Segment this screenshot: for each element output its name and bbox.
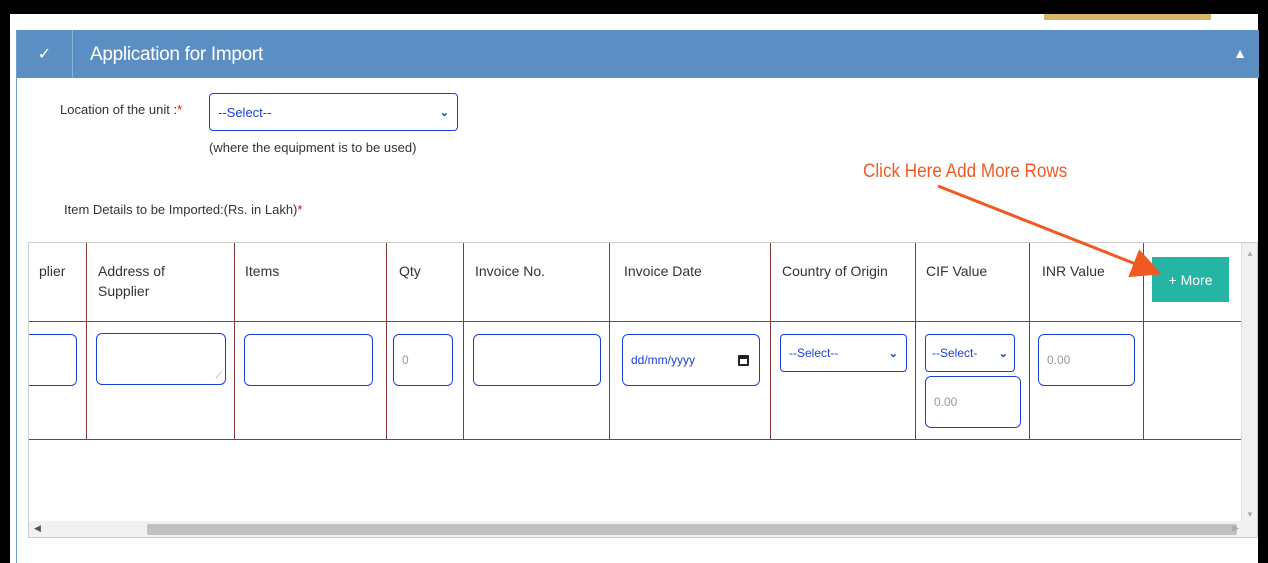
annotation-arrow xyxy=(937,184,1162,278)
